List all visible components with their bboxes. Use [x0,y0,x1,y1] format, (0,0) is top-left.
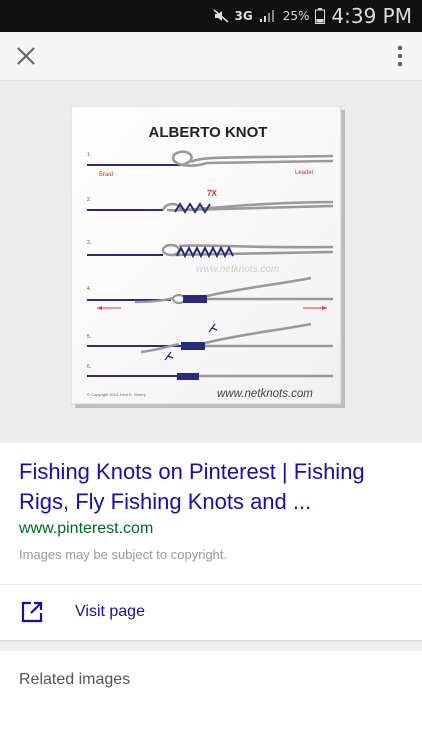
status-bar: 3G 25% 4:39 PM [0,0,422,32]
result-card: Fishing Knots on Pinterest | Fishing Rig… [0,443,422,640]
more-vert-icon [397,45,403,67]
alberto-knot-image[interactable]: ALBERTO KNOT 1. Braid Leader 2. 7X 3. ww… [71,106,345,408]
footer-url: www.netknots.com [217,388,313,400]
step-label: 5. [87,334,91,340]
more-options-button[interactable] [390,40,410,72]
image-preview-area: ALBERTO KNOT 1. Braid Leader 2. 7X 3. ww… [0,81,422,440]
visit-page-label: Visit page [75,603,145,620]
related-images-section: Related images [0,651,422,750]
close-icon [17,47,35,65]
step-label: 4. [87,286,91,292]
signal-icon [259,9,277,23]
image-title: ALBERTO KNOT [149,124,268,141]
related-images-heading: Related images [19,671,131,688]
result-url: www.pinterest.com [19,520,154,537]
battery-icon [315,8,326,24]
braid-label: Braid [99,172,113,178]
step-label: 3. [87,240,91,246]
app-bar [0,32,422,81]
visit-page-button[interactable]: Visit page [0,585,422,640]
step-label: 2. [87,197,91,203]
network-type: 3G [234,9,253,23]
battery-percent: 25% [282,9,310,23]
wrap-count: 7X [207,189,217,198]
result-title[interactable]: Fishing Knots on Pinterest | Fishing Rig… [19,457,409,517]
clock: 4:39 PM [331,4,412,28]
copyright-note: Images may be subject to copyright. [19,547,228,562]
leader-label: Leader [295,170,314,176]
open-in-new-icon [21,601,43,623]
close-button[interactable] [10,40,42,72]
mute-icon [213,9,229,23]
copyright-text: © Copyright 2014 John E. Sherry [87,392,146,397]
step-label: 1. [87,152,91,158]
watermark-text: www.netknots.com [196,264,279,275]
step-label: 6. [87,364,91,370]
